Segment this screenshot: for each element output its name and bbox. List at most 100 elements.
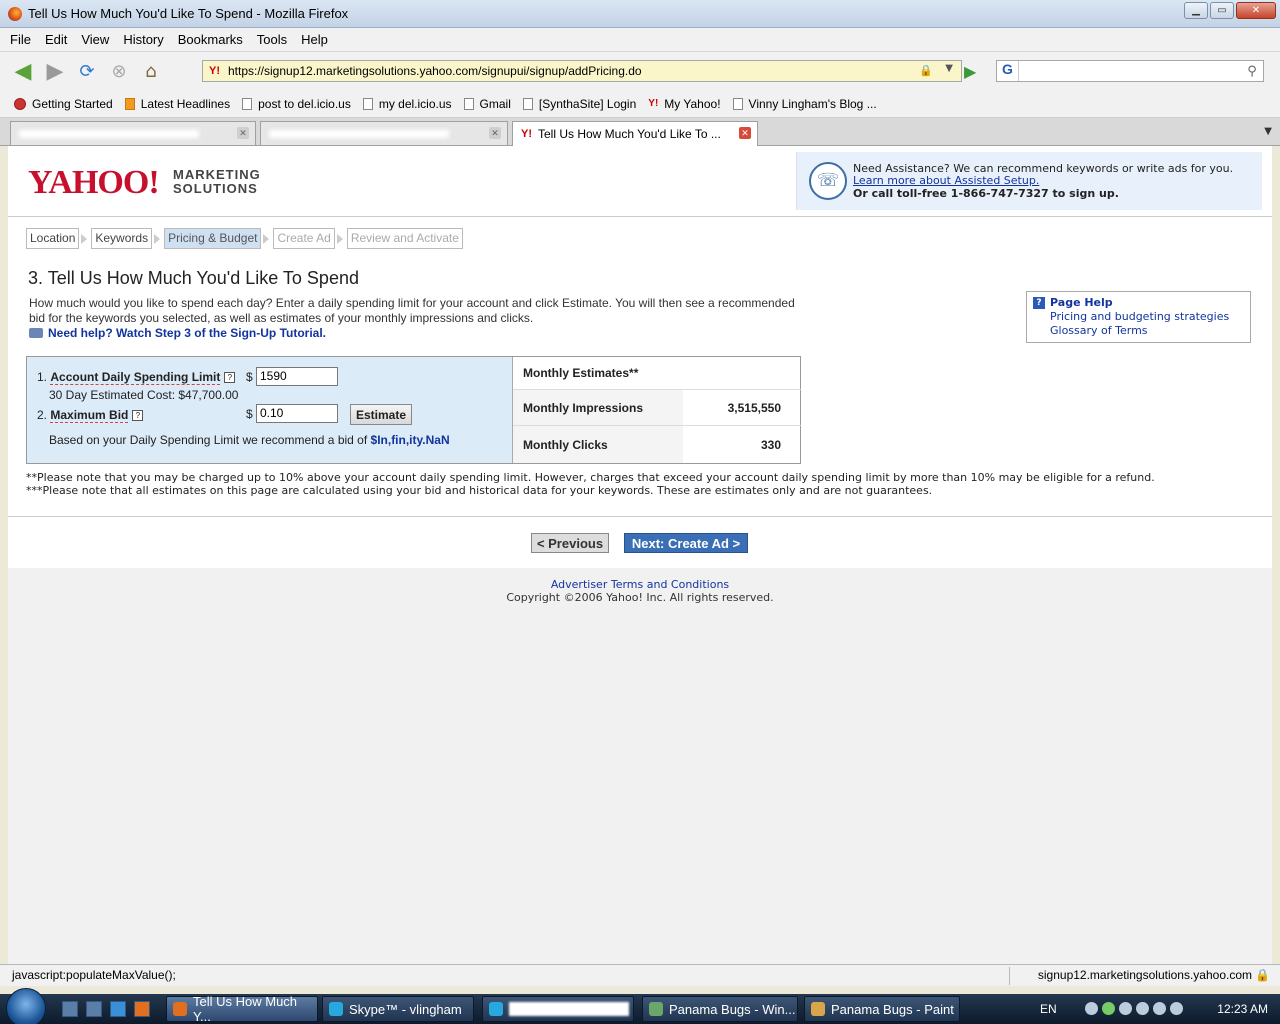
clock[interactable]: 12:23 AM [1217,1002,1268,1016]
tab-1[interactable]: ✕ [10,121,256,145]
taskbar-redacted[interactable] [482,996,634,1022]
forward-arrow-icon[interactable]: ▶ [42,58,68,84]
ie-icon[interactable] [110,1001,126,1017]
recommended-bid-value[interactable]: $In,fin,ity.NaN [371,433,450,447]
paint-icon [811,1002,825,1016]
tutorial-link[interactable]: Need help? Watch Step 3 of the Sign-Up T… [29,326,326,340]
close-button[interactable]: ✕ [1236,2,1276,19]
phone-icon: ☏ [809,162,847,200]
close-tab-icon[interactable]: ✕ [237,127,249,139]
search-bar[interactable]: G ⚲ [996,60,1264,82]
menu-file[interactable]: File [10,32,31,47]
divider [8,516,1272,517]
search-input[interactable] [1019,62,1241,80]
history-dropdown-icon[interactable]: ▼ [945,63,953,74]
show-desktop-icon[interactable] [62,1001,78,1017]
bookmark-my-delicious[interactable]: my del.icio.us [362,97,452,111]
back-arrow-icon[interactable]: ◀ [10,58,36,84]
terms-link[interactable]: Advertiser Terms and Conditions [8,578,1272,591]
rss-icon [124,97,135,110]
recommended-bid-text: Based on your Daily Spending Limit we re… [49,433,450,447]
bookmark-my-yahoo[interactable]: Y! My Yahoo! [648,97,720,111]
tab-3-active[interactable]: Y! Tell Us How Much You'd Like To ... ✕ [512,121,758,146]
tray-icon[interactable] [1102,1002,1115,1015]
firefox-icon[interactable] [134,1001,150,1017]
menu-edit[interactable]: Edit [45,32,67,47]
estimate-button[interactable]: Estimate [350,404,412,425]
bookmark-synthasite[interactable]: [SynthaSite] Login [522,97,636,111]
bookmark-post-delicious[interactable]: post to del.icio.us [242,97,351,111]
menu-history[interactable]: History [123,32,163,47]
step-create-ad: Create Ad [273,228,335,249]
step-pricing-budget: Pricing & Budget [164,228,262,249]
tab-bar: ✕ ✕ Y! Tell Us How Much You'd Like To ..… [0,118,1280,146]
bookmark-latest-headlines[interactable]: Latest Headlines [124,97,230,111]
impressions-row: Monthly Impressions 3,515,550 [513,390,801,426]
volume-icon[interactable] [1170,1002,1183,1015]
clicks-value: 330 [760,437,781,452]
tab-list-dropdown-icon[interactable]: ▼ [1264,126,1272,137]
question-mark-icon[interactable]: ? [132,410,144,422]
firefox-icon [8,6,22,21]
stop-icon[interactable]: ⊗ [106,58,132,84]
close-tab-icon[interactable]: ✕ [739,127,751,139]
assisted-setup-link[interactable]: Learn more about Assisted Setup. [853,174,1039,187]
yahoo-logo[interactable]: YAHOO! [28,164,160,202]
max-bid-input[interactable]: 0.10 [256,404,338,423]
signup-steps: Location Keywords Pricing & Budget Creat… [26,228,463,249]
network-icon[interactable] [1153,1002,1166,1015]
tray-icon[interactable] [1085,1002,1098,1015]
redacted-tab-title [269,129,449,138]
step-keywords[interactable]: Keywords [91,228,153,249]
taskbar-firefox[interactable]: Tell Us How Much Y... [166,994,318,1024]
max-bid-label: 2. Maximum Bid? [37,408,144,423]
budget-inputs: 1. Account Daily Spending Limit? $ 1590 … [27,357,513,463]
pricing-strategies-link[interactable]: Pricing and budgeting strategies [1050,310,1229,323]
bookmark-getting-started[interactable]: Getting Started [14,97,113,111]
window-title: Tell Us How Much You'd Like To Spend - M… [28,6,349,21]
taskbar-panama-bugs-window[interactable]: Panama Bugs - Win... [642,996,798,1022]
bookmark-vinny-blog[interactable]: Vinny Lingham's Blog ... [732,97,877,111]
menu-tools[interactable]: Tools [257,32,287,47]
tray-icon[interactable] [1119,1002,1132,1015]
lock-icon[interactable]: 🔒 [1255,968,1270,982]
page-content: YAHOO! MARKETING SOLUTIONS ☏ Need Assist… [8,146,1272,964]
menu-help[interactable]: Help [301,32,328,47]
start-button[interactable] [6,988,46,1024]
page-help-link[interactable]: Page Help [1050,296,1113,309]
menu-view[interactable]: View [81,32,109,47]
page-icon [362,97,373,110]
close-tab-icon[interactable]: ✕ [489,127,501,139]
glossary-link[interactable]: Glossary of Terms [1050,324,1148,337]
maximize-button[interactable]: ▭ [1210,2,1234,19]
step-location[interactable]: Location [26,228,80,249]
next-create-ad-button[interactable]: Next: Create Ad > [624,533,748,553]
go-arrow-icon[interactable]: ▶ [964,62,976,81]
daily-limit-input[interactable]: 1590 [256,367,338,386]
search-engine-icon[interactable]: G [997,61,1019,81]
search-icon[interactable]: ⚲ [1241,64,1263,79]
redacted-label [509,1002,629,1016]
reload-icon[interactable]: ⟳ [74,58,100,84]
address-bar[interactable]: Y! https://signup12.marketingsolutions.y… [202,60,962,82]
daily-limit-label: 1. Account Daily Spending Limit? [37,370,236,385]
disclaimer-notes: **Please note that you may be charged up… [26,471,1155,497]
menu-bookmarks[interactable]: Bookmarks [178,32,243,47]
taskbar-paint[interactable]: Panama Bugs - Paint [804,996,960,1022]
bookmarks-toolbar: Getting Started Latest Headlines post to… [0,90,1280,118]
lock-icon[interactable]: 🔒 [919,64,933,77]
currency-symbol: $ [246,370,253,384]
minimize-button[interactable]: ▁ [1184,2,1208,19]
question-mark-icon[interactable]: ? [224,372,236,384]
tab-2[interactable]: ✕ [260,121,508,145]
tray-icon[interactable] [1136,1002,1149,1015]
page-icon [463,97,474,110]
language-indicator[interactable]: EN [1040,1002,1057,1016]
taskbar-skype[interactable]: Skype™ - vlingham [322,996,474,1022]
switch-windows-icon[interactable] [86,1001,102,1017]
previous-button[interactable]: < Previous [531,533,609,553]
address-url[interactable]: https://signup12.marketingsolutions.yaho… [228,64,642,78]
home-icon[interactable]: ⌂ [138,58,164,84]
estimates-header: Monthly Estimates** [513,357,801,390]
bookmark-gmail[interactable]: Gmail [463,97,511,111]
